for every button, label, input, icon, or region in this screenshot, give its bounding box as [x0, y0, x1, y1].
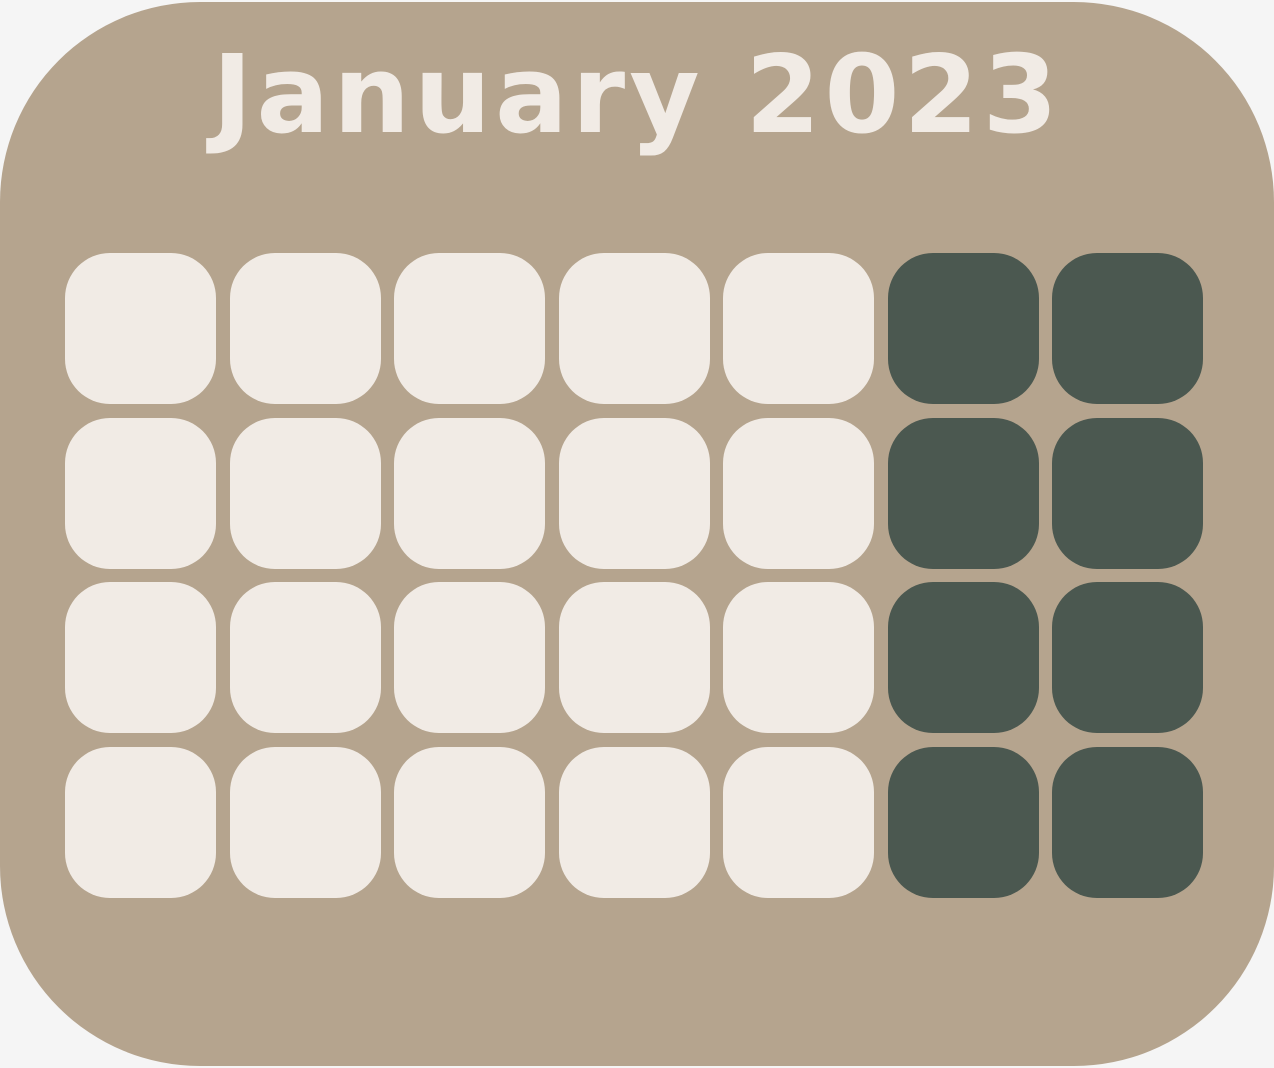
calendar-title: January 2023 — [212, 33, 1062, 158]
day-grid — [65, 253, 1203, 898]
weekend-day-cell — [1052, 582, 1203, 733]
calendar-card: January 2023 — [0, 2, 1274, 1066]
weekday-day-cell — [229, 417, 381, 569]
weekend-day-cell — [887, 417, 1039, 569]
weekday-day-cell — [723, 417, 874, 569]
weekday-day-cell — [558, 582, 710, 733]
weekday-day-cell — [723, 582, 874, 733]
weekend-day-cell — [887, 746, 1039, 898]
weekday-day-cell — [394, 746, 545, 898]
weekday-day-cell — [723, 253, 874, 404]
weekday-day-cell — [394, 417, 545, 569]
weekday-day-cell — [723, 746, 874, 898]
weekday-day-cell — [65, 746, 216, 898]
weekday-day-cell — [394, 582, 545, 733]
weekend-day-cell — [1052, 253, 1203, 404]
weekday-day-cell — [558, 253, 710, 404]
weekday-day-cell — [558, 746, 710, 898]
weekend-day-cell — [887, 253, 1039, 404]
weekday-day-cell — [394, 253, 545, 404]
weekday-day-cell — [229, 253, 381, 404]
weekend-day-cell — [887, 582, 1039, 733]
weekday-day-cell — [65, 417, 216, 569]
weekday-day-cell — [65, 582, 216, 733]
weekend-day-cell — [1052, 746, 1203, 898]
weekend-day-cell — [1052, 417, 1203, 569]
weekday-day-cell — [65, 253, 216, 404]
weekday-day-cell — [229, 582, 381, 733]
weekday-day-cell — [558, 417, 710, 569]
weekday-day-cell — [229, 746, 381, 898]
